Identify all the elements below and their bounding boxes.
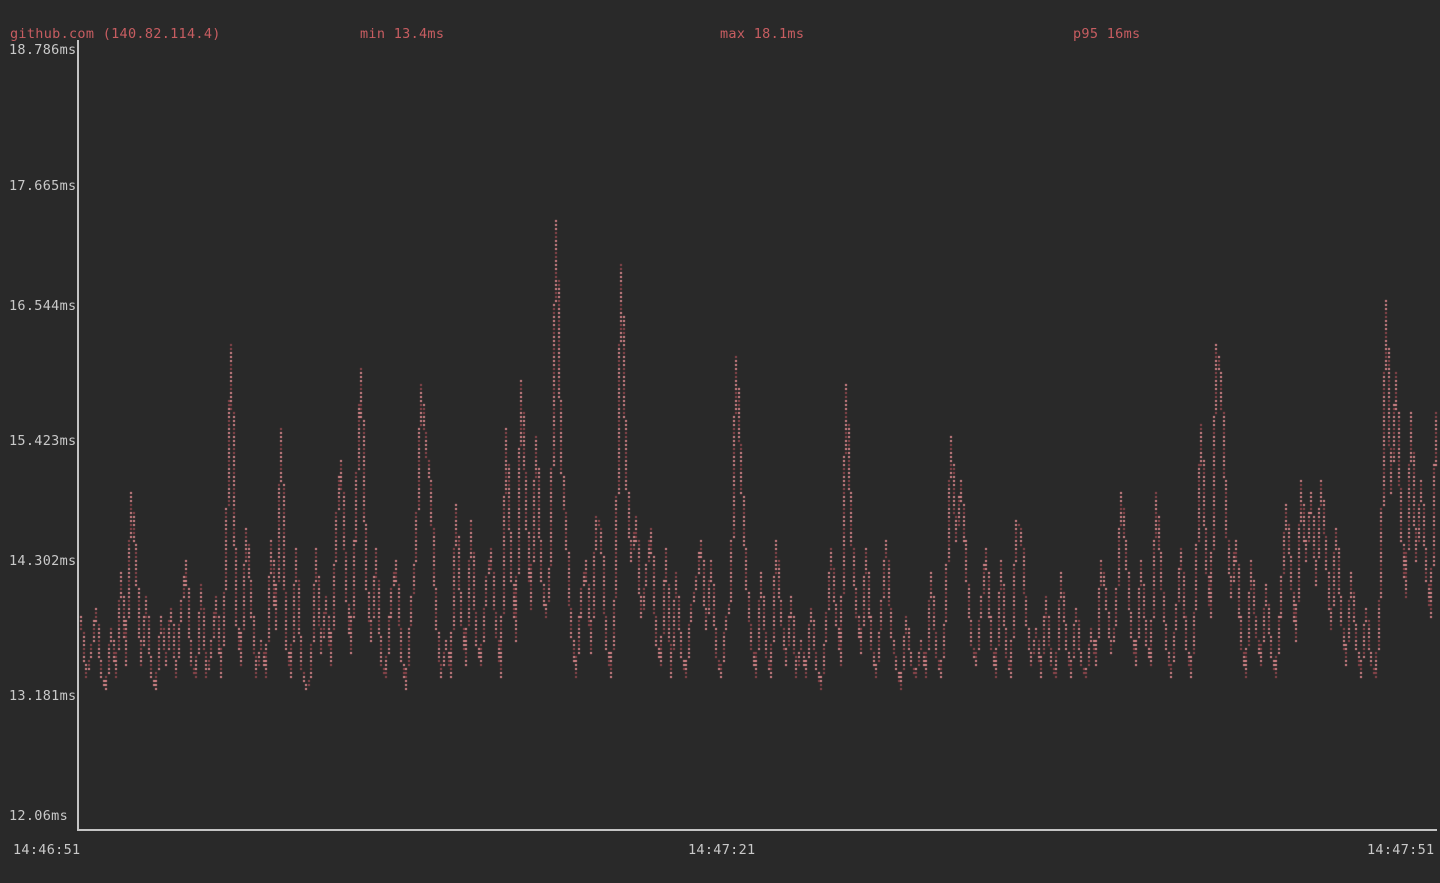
y-axis-tick-label: 18.786ms (9, 42, 76, 58)
min-stat-label: min 13.4ms (360, 26, 444, 42)
latency-graph-canvas (0, 0, 1440, 883)
y-axis-tick-label: 13.181ms (9, 688, 76, 704)
x-axis-line (77, 829, 1437, 831)
x-axis-tick-label: 14:47:51 (1367, 842, 1434, 858)
y-axis-tick-label: 16.544ms (9, 298, 76, 314)
host-label: github.com (140.82.114.4) (10, 26, 221, 42)
y-axis-tick-label: 14.302ms (9, 553, 76, 569)
y-axis-tick-label: 17.665ms (9, 178, 76, 194)
y-axis-tick-label: 15.423ms (9, 433, 76, 449)
x-axis-tick-label: 14:47:21 (688, 842, 755, 858)
p95-stat-label: p95 16ms (1073, 26, 1140, 42)
max-stat-label: max 18.1ms (720, 26, 804, 42)
y-axis-tick-label: 12.06ms (9, 808, 68, 824)
terminal-ping-app: github.com (140.82.114.4) min 13.4ms max… (0, 0, 1440, 883)
y-axis-line (77, 40, 79, 831)
x-axis-tick-label: 14:46:51 (13, 842, 80, 858)
